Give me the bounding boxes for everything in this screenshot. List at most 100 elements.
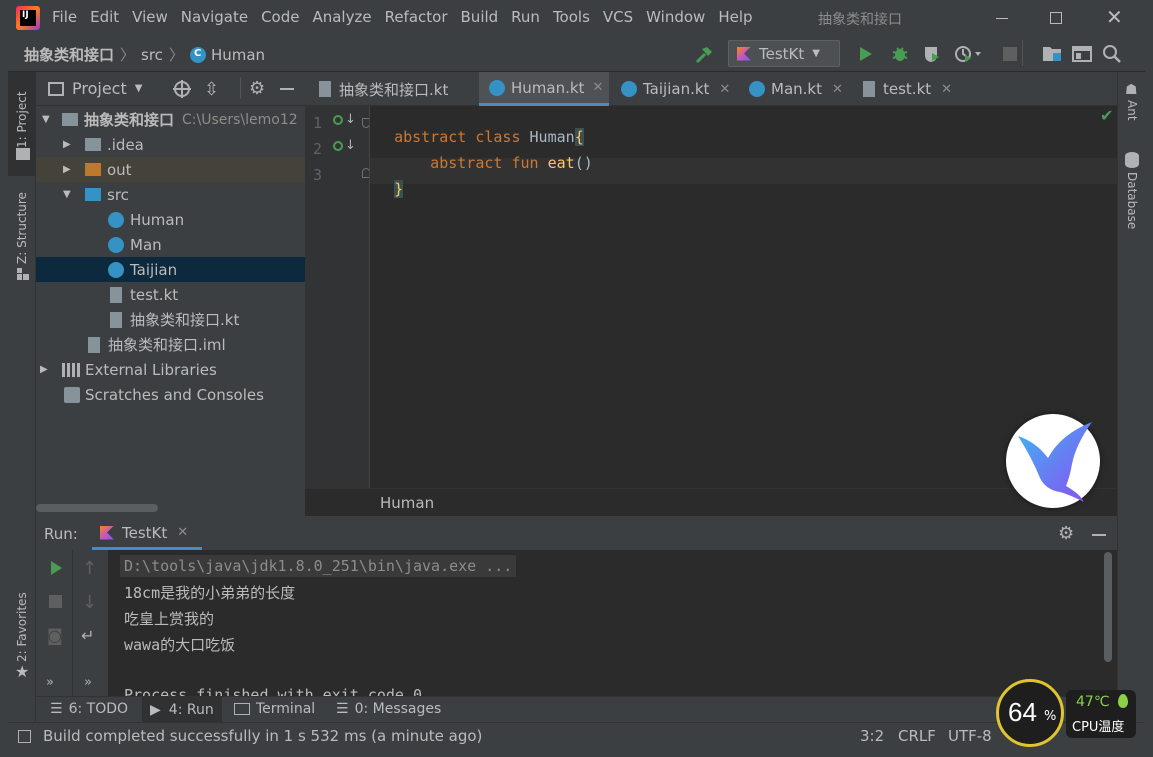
implemented-marker-icon[interactable]: [333, 115, 343, 125]
tool-button-terminal[interactable]: Terminal: [234, 701, 315, 717]
menu-file[interactable]: File: [52, 8, 77, 26]
tab-test-kt[interactable]: test.kt ✕: [861, 72, 961, 106]
horizontal-scrollbar[interactable]: [36, 504, 158, 512]
tree-root[interactable]: ▼ 抽象类和接口 C:\Users\lemo12: [36, 107, 305, 132]
stop-icon[interactable]: [49, 595, 62, 608]
tree-item-human[interactable]: Human: [36, 207, 305, 232]
chevron-down-icon[interactable]: ▼: [135, 83, 143, 94]
layout-icon[interactable]: [1072, 45, 1092, 63]
breadcrumb-src[interactable]: src: [141, 46, 163, 64]
arrow-down-icon[interactable]: ↓: [82, 592, 97, 613]
implemented-marker-icon[interactable]: [333, 141, 343, 151]
close-tab-icon[interactable]: ✕: [941, 82, 952, 97]
run-tab-testkt[interactable]: TestKt ✕: [92, 518, 202, 550]
close-tab-icon[interactable]: ✕: [592, 80, 603, 95]
debug-icon[interactable]: [890, 44, 910, 64]
tool-button-project[interactable]: 1: Project: [15, 91, 29, 148]
tree-item-external-libraries[interactable]: ▶ External Libraries: [36, 357, 305, 382]
tree-item-out[interactable]: ▶ out: [36, 157, 305, 182]
tree-item-main-kt[interactable]: 抽象类和接口.kt: [36, 307, 305, 332]
tab-label: test.kt: [883, 80, 932, 98]
console-scrollbar[interactable]: [1104, 552, 1112, 662]
caret-position[interactable]: 3:2: [860, 727, 884, 745]
menu-analyze[interactable]: Analyze: [312, 8, 371, 26]
locate-icon[interactable]: [173, 80, 191, 98]
gear-icon[interactable]: ⚙: [249, 78, 265, 99]
tree-item-taijian[interactable]: Taijian: [36, 257, 305, 282]
tab-main-kt[interactable]: 抽象类和接口.kt: [305, 72, 477, 106]
maximize-icon[interactable]: [1050, 12, 1062, 24]
breadcrumb-project[interactable]: 抽象类和接口: [24, 44, 114, 65]
profile-icon[interactable]: [954, 44, 982, 64]
menu-vcs[interactable]: VCS: [603, 8, 633, 26]
project-view-icon: [48, 81, 64, 96]
menu-tools[interactable]: Tools: [553, 8, 590, 26]
tab-human-kt[interactable]: Human.kt ✕: [479, 72, 609, 106]
hide-pane-icon[interactable]: [280, 88, 294, 90]
tab-man-kt[interactable]: Man.kt ✕: [747, 72, 851, 106]
collapse-all-icon[interactable]: ⇳: [204, 79, 219, 100]
title-bar: IJ File Edit View Navigate Code Analyze …: [8, 0, 1145, 36]
breadcrumb-class[interactable]: Human: [380, 494, 434, 512]
more-icon[interactable]: »: [84, 675, 92, 690]
inspection-ok-icon[interactable]: ✔: [1100, 106, 1113, 125]
tool-button-structure[interactable]: Z: Structure: [15, 192, 29, 264]
tree-item-iml[interactable]: 抽象类和接口.iml: [36, 332, 305, 357]
search-icon[interactable]: [1102, 44, 1122, 64]
file-encoding[interactable]: UTF-8: [948, 727, 992, 745]
menu-edit[interactable]: Edit: [90, 8, 119, 26]
console-line: Process finished with exit code 0: [124, 686, 423, 696]
soft-wrap-icon[interactable]: ↵: [81, 626, 94, 645]
tree-item-idea[interactable]: ▶ .idea: [36, 132, 305, 157]
cpu-percent: 64: [1008, 697, 1037, 727]
tool-button-favorites[interactable]: 2: Favorites: [15, 592, 29, 662]
stop-icon[interactable]: [1003, 47, 1017, 61]
menu-window[interactable]: Window: [646, 8, 705, 26]
arrow-up-icon[interactable]: ↑: [82, 558, 97, 579]
menu-run[interactable]: Run: [511, 8, 540, 26]
status-message[interactable]: Build completed successfully in 1 s 532 …: [43, 727, 482, 745]
tree-item-test-kt[interactable]: test.kt: [36, 282, 305, 307]
menu-help[interactable]: Help: [718, 8, 752, 26]
tool-button-todo[interactable]: ☰ 6: TODO: [50, 701, 128, 717]
close-tab-icon[interactable]: ✕: [719, 82, 730, 97]
hide-run-icon[interactable]: [1092, 534, 1106, 536]
tool-button-messages[interactable]: ☰ 0: Messages: [336, 701, 441, 717]
tree-item-src[interactable]: ▼ src: [36, 182, 305, 207]
close-tab-icon[interactable]: ✕: [177, 525, 188, 540]
project-structure-icon[interactable]: [1042, 45, 1062, 63]
project-view-label[interactable]: Project: [72, 79, 127, 98]
floating-bird-widget[interactable]: [1006, 414, 1100, 508]
run-icon[interactable]: [856, 45, 874, 63]
menu-build[interactable]: Build: [461, 8, 499, 26]
tree-item-scratches[interactable]: Scratches and Consoles: [36, 382, 305, 407]
kotlin-logo-icon: [100, 525, 114, 540]
gear-icon[interactable]: ⚙: [1058, 523, 1074, 544]
more-icon[interactable]: »: [46, 675, 54, 690]
build-hammer-icon[interactable]: [694, 45, 714, 65]
menu-refactor[interactable]: Refactor: [385, 8, 448, 26]
menu-navigate[interactable]: Navigate: [181, 8, 248, 26]
ant-icon: ☗: [1125, 82, 1138, 98]
breadcrumb-human[interactable]: Human: [211, 46, 265, 64]
tool-button-database[interactable]: Database: [1125, 172, 1139, 229]
line-separator[interactable]: CRLF: [898, 727, 936, 745]
console-output[interactable]: D:\tools\java\jdk1.8.0_251\bin\java.exe …: [108, 550, 1117, 696]
tab-label: Taijian.kt: [643, 80, 710, 98]
tree-item-man[interactable]: Man: [36, 232, 305, 257]
tool-button-label: 0: Messages: [354, 701, 442, 717]
close-window-icon[interactable]: ✕: [1106, 6, 1123, 28]
tab-taijian-kt[interactable]: Taijian.kt ✕: [619, 72, 737, 106]
toggle-tool-windows-icon[interactable]: [18, 730, 31, 743]
run-with-coverage-icon[interactable]: [922, 44, 942, 64]
run-config-select[interactable]: TestKt ▼: [728, 40, 840, 67]
close-tab-icon[interactable]: ✕: [832, 82, 843, 97]
menu-view[interactable]: View: [132, 8, 168, 26]
camera-icon[interactable]: ◙: [47, 626, 63, 645]
menu-code[interactable]: Code: [261, 8, 299, 26]
star-icon: ★: [15, 662, 30, 681]
tool-button-ant[interactable]: Ant: [1125, 100, 1139, 121]
tool-button-run[interactable]: ▶ 4: Run: [142, 697, 222, 723]
rerun-icon[interactable]: [48, 560, 64, 576]
minimize-icon[interactable]: [996, 18, 1008, 19]
